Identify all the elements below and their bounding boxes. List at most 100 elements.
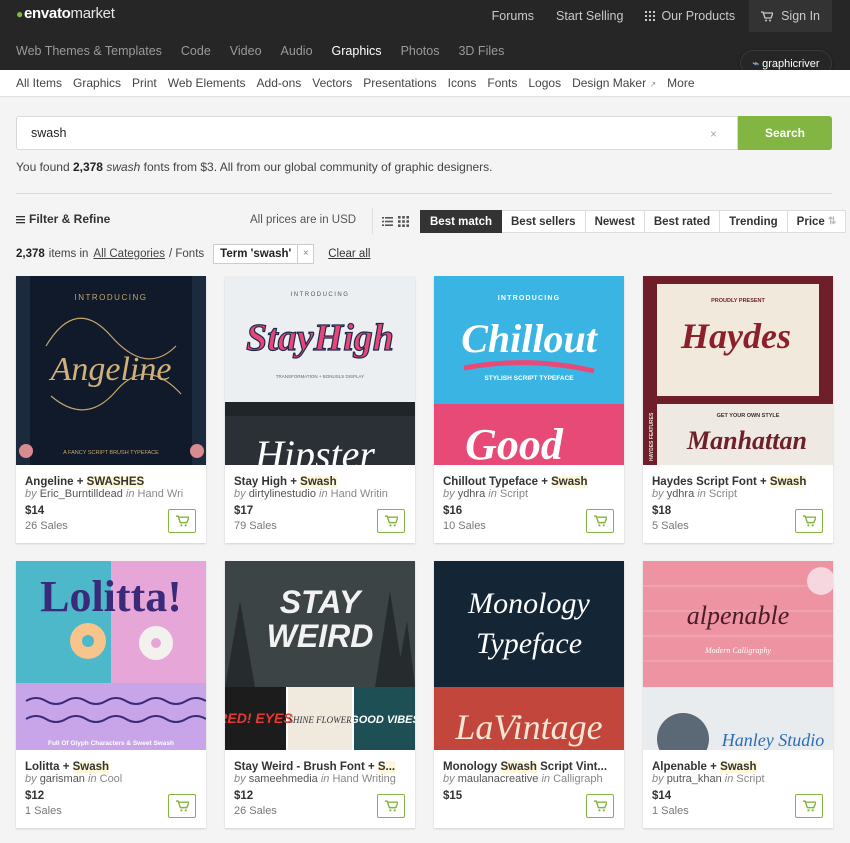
- results-count: 2,378: [72, 160, 103, 174]
- subnav-more[interactable]: More: [667, 76, 694, 90]
- category-link[interactable]: Cool: [100, 773, 123, 785]
- add-to-cart-button[interactable]: [586, 794, 614, 818]
- sort-best-rated[interactable]: Best rated: [644, 210, 721, 233]
- product-title[interactable]: Stay Weird - Brush Font + S...: [234, 761, 408, 773]
- author-link[interactable]: Eric_Burntilldead: [40, 488, 123, 500]
- subnav-logos[interactable]: Logos: [528, 76, 561, 90]
- author-link[interactable]: maulanacreative: [458, 773, 539, 785]
- product-thumbnail[interactable]: Monology Typeface LaVintage: [434, 561, 624, 750]
- filter-refine-button[interactable]: Filter & Refine: [16, 212, 110, 226]
- sort-best-match[interactable]: Best match: [420, 210, 502, 233]
- author-link[interactable]: garisman: [40, 773, 85, 785]
- product-card: Monology Typeface LaVintage Monology Swa…: [434, 561, 624, 828]
- thumb-caption-text: Modern Calligraphy: [704, 646, 771, 655]
- add-to-cart-button[interactable]: [377, 509, 405, 533]
- author-link[interactable]: sameehmedia: [249, 773, 318, 785]
- cat-audio[interactable]: Audio: [281, 44, 313, 58]
- product-thumbnail[interactable]: INTRODUCING Angeline A FANCY SCRIPT BRUS…: [16, 276, 206, 465]
- cat-photos[interactable]: Photos: [401, 44, 440, 58]
- subnav-graphics[interactable]: Graphics: [73, 76, 121, 90]
- subnav-vectors[interactable]: Vectors: [312, 76, 352, 90]
- remove-term-button[interactable]: ×: [297, 245, 313, 263]
- subnav-add-ons[interactable]: Add-ons: [257, 76, 302, 90]
- product-title[interactable]: Angeline + SWASHES: [25, 476, 199, 488]
- by-label: by: [25, 488, 37, 500]
- search-button[interactable]: Search: [738, 116, 832, 150]
- product-title[interactable]: Chillout Typeface + Swash: [443, 476, 617, 488]
- author-link[interactable]: dirtylinestudio: [249, 488, 316, 500]
- category-link[interactable]: Hand Writin: [331, 488, 388, 500]
- clear-search-icon[interactable]: ×: [710, 127, 717, 141]
- product-title[interactable]: Stay High + Swash: [234, 476, 408, 488]
- subnav-presentations[interactable]: Presentations: [363, 76, 436, 90]
- cat-code[interactable]: Code: [181, 44, 211, 58]
- author-link[interactable]: ydhra: [458, 488, 486, 500]
- add-to-cart-button[interactable]: [168, 794, 196, 818]
- subnav-web-elements[interactable]: Web Elements: [168, 76, 246, 90]
- by-label: by: [443, 488, 455, 500]
- cat-video[interactable]: Video: [230, 44, 262, 58]
- product-title[interactable]: Monology Swash Script Vint...: [443, 761, 617, 773]
- product-thumbnail[interactable]: Lolitta! Full Of Glyph Characters & Swee…: [16, 561, 206, 750]
- author-link[interactable]: putra_khan: [667, 773, 722, 785]
- our-products-link[interactable]: Our Products: [645, 9, 735, 23]
- product-thumbnail[interactable]: STAY WEIRD RED! EYES SHINE FLOWER GOOD V…: [225, 561, 415, 750]
- list-view-icon[interactable]: [382, 216, 393, 227]
- add-to-cart-button[interactable]: [795, 509, 823, 533]
- product-sales: 26 Sales: [234, 805, 277, 817]
- forums-link[interactable]: Forums: [492, 9, 534, 23]
- product-card: Lolitta! Full Of Glyph Characters & Swee…: [16, 561, 206, 828]
- category-link[interactable]: Hand Writing: [332, 773, 395, 785]
- envato-market-logo[interactable]: ●envatomarket: [16, 5, 115, 22]
- product-thumbnail[interactable]: alpenable Modern Calligraphy Hanley Stud…: [643, 561, 833, 750]
- subnav-icons[interactable]: Icons: [448, 76, 477, 90]
- category-link[interactable]: Script: [736, 773, 764, 785]
- add-to-cart-button[interactable]: [168, 509, 196, 533]
- our-products-label: Our Products: [661, 9, 736, 23]
- sort-best-sellers[interactable]: Best sellers: [502, 210, 586, 233]
- add-to-cart-button[interactable]: [586, 509, 614, 533]
- clear-all-link[interactable]: Clear all: [328, 248, 370, 260]
- subnav-design-maker[interactable]: Design Maker ↗: [572, 76, 656, 90]
- sort-price-label: Price: [796, 215, 825, 228]
- title-text: Lolitta +: [25, 761, 73, 773]
- subnav-fonts[interactable]: Fonts: [487, 76, 517, 90]
- search-input[interactable]: [16, 116, 738, 150]
- sort-price[interactable]: Price ⇅: [787, 210, 847, 233]
- sort-newest[interactable]: Newest: [585, 210, 645, 233]
- all-categories-link[interactable]: All Categories: [93, 248, 165, 260]
- category-link[interactable]: Calligraph: [553, 773, 603, 785]
- term-filter-chip: Term 'swash' ×: [213, 244, 315, 264]
- product-sales: 10 Sales: [443, 520, 486, 532]
- thumb-title-text: WEIRD: [267, 618, 374, 654]
- cat-graphics[interactable]: Graphics: [332, 44, 382, 58]
- subnav-all-items[interactable]: All Items: [16, 76, 62, 90]
- sort-trending[interactable]: Trending: [720, 210, 788, 233]
- product-title[interactable]: Haydes Script Font + Swash: [652, 476, 826, 488]
- category-link[interactable]: Hand Wri: [138, 488, 184, 500]
- sign-in-link[interactable]: Sign In: [749, 0, 832, 32]
- thumb-title-text: Lolitta!: [40, 572, 182, 621]
- start-selling-link[interactable]: Start Selling: [556, 9, 623, 23]
- product-thumbnail[interactable]: PROUDLY PRESENT Haydes GET YOUR OWN STYL…: [643, 276, 833, 465]
- subnav-print[interactable]: Print: [132, 76, 157, 90]
- add-to-cart-button[interactable]: [795, 794, 823, 818]
- cat-3d-files[interactable]: 3D Files: [458, 44, 504, 58]
- grid-view-icon[interactable]: [398, 216, 409, 227]
- product-byline: by garisman in Cool: [25, 773, 199, 785]
- cat-web-themes[interactable]: Web Themes & Templates: [16, 44, 162, 58]
- category-link[interactable]: Script: [709, 488, 737, 500]
- title-text: Haydes Script Font +: [652, 476, 770, 488]
- results-term: swash: [106, 160, 141, 174]
- product-title[interactable]: Lolitta + Swash: [25, 761, 199, 773]
- category-link[interactable]: Script: [500, 488, 528, 500]
- add-to-cart-button[interactable]: [377, 794, 405, 818]
- product-title[interactable]: Alpenable + Swash: [652, 761, 826, 773]
- author-link[interactable]: ydhra: [667, 488, 695, 500]
- in-label: in: [125, 488, 135, 500]
- product-byline: by ydhra in Script: [443, 488, 617, 500]
- product-thumbnail[interactable]: INTRODUCING StayHigh TRANSFORMATION + BO…: [225, 276, 415, 465]
- thumb-title-text: Angeline: [49, 351, 172, 388]
- results-summary: You found 2,378 swash fonts from $3. All…: [16, 160, 493, 174]
- product-thumbnail[interactable]: INTRODUCING Chillout STYLISH SCRIPT TYPE…: [434, 276, 624, 465]
